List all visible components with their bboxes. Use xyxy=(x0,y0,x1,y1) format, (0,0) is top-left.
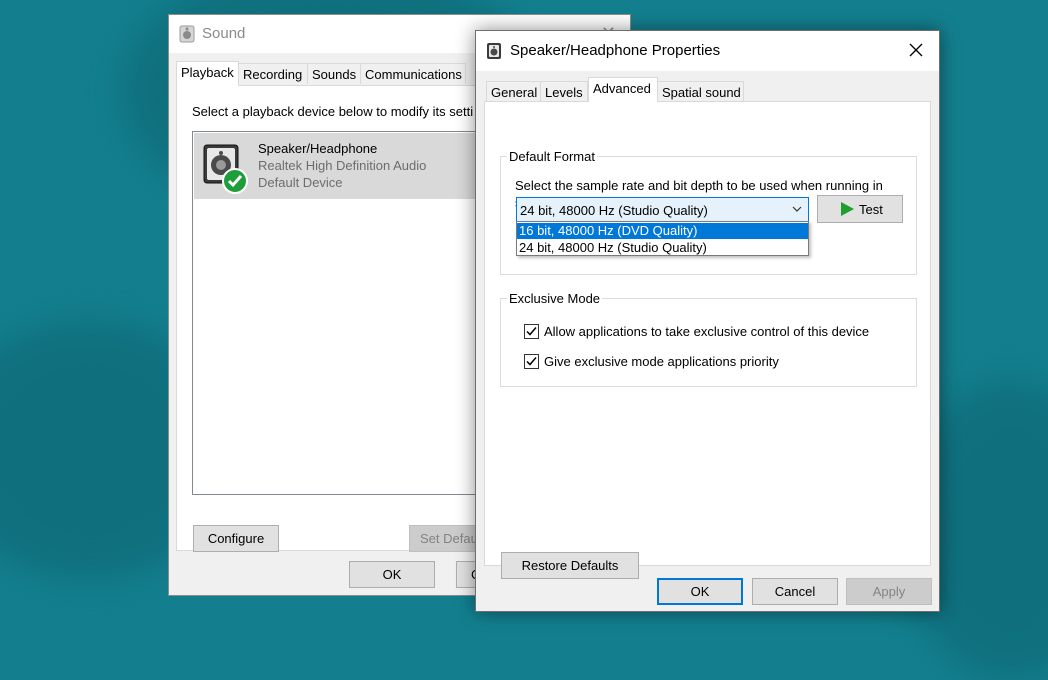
device-status: Default Device xyxy=(258,175,343,190)
apply-button[interactable]: Apply xyxy=(846,578,932,605)
format-option-16bit[interactable]: 16 bit, 48000 Hz (DVD Quality) xyxy=(517,223,808,239)
tab-advanced[interactable]: Advanced xyxy=(588,77,658,102)
green-check-icon xyxy=(222,168,248,194)
properties-title-bar[interactable]: Speaker/Headphone Properties xyxy=(476,31,939,71)
default-format-label: Default Format xyxy=(507,149,597,164)
tab-sounds[interactable]: Sounds xyxy=(307,63,361,84)
format-select-value: 24 bit, 48000 Hz (Studio Quality) xyxy=(520,203,708,218)
exclusive-mode-label: Exclusive Mode xyxy=(507,291,603,306)
close-icon[interactable] xyxy=(905,39,927,61)
speaker-icon xyxy=(203,144,248,194)
device-driver: Realtek High Definition Audio xyxy=(258,158,427,173)
device-list[interactable]: Speaker/Headphone Realtek High Definitio… xyxy=(192,131,487,495)
sound-window-title: Sound xyxy=(202,25,246,42)
exclusive-mode-group xyxy=(500,298,917,387)
speaker-icon xyxy=(487,43,501,59)
test-button-label: Test xyxy=(859,202,883,217)
checkmark-icon xyxy=(526,357,537,366)
allow-exclusive-checkbox[interactable] xyxy=(524,324,539,339)
properties-window: Speaker/Headphone Properties General Lev… xyxy=(475,30,940,612)
allow-exclusive-label: Allow applications to take exclusive con… xyxy=(544,324,870,339)
give-priority-label: Give exclusive mode applications priorit… xyxy=(544,354,779,369)
device-list-item[interactable]: Speaker/Headphone Realtek High Definitio… xyxy=(194,133,486,199)
advanced-panel: Default Format Select the sample rate an… xyxy=(484,101,931,579)
test-button[interactable]: Test xyxy=(817,195,903,223)
checkmark-icon xyxy=(526,327,537,336)
tab-general[interactable]: General xyxy=(486,81,541,102)
ok-button[interactable]: OK xyxy=(657,578,743,605)
give-priority-checkbox[interactable] xyxy=(524,354,539,369)
device-name: Speaker/Headphone xyxy=(258,141,378,156)
sound-ok-button[interactable]: OK xyxy=(349,561,435,588)
tab-communications[interactable]: Communications xyxy=(360,63,466,84)
configure-button[interactable]: Configure xyxy=(193,525,279,552)
format-select[interactable]: 24 bit, 48000 Hz (Studio Quality) xyxy=(516,197,809,222)
play-icon xyxy=(841,202,854,216)
speaker-icon xyxy=(179,25,195,43)
restore-defaults-button[interactable]: Restore Defaults xyxy=(501,552,639,579)
tab-spatial-sound[interactable]: Spatial sound xyxy=(657,81,744,102)
tab-playback[interactable]: Playback xyxy=(176,61,239,86)
cancel-button[interactable]: Cancel xyxy=(752,578,838,605)
format-dropdown-list[interactable]: 16 bit, 48000 Hz (DVD Quality) 24 bit, 4… xyxy=(516,221,809,256)
tab-recording[interactable]: Recording xyxy=(238,63,308,84)
tab-levels[interactable]: Levels xyxy=(540,81,588,102)
format-option-24bit[interactable]: 24 bit, 48000 Hz (Studio Quality) xyxy=(517,240,808,256)
playback-instruction: Select a playback device below to modify… xyxy=(192,104,474,119)
properties-window-title: Speaker/Headphone Properties xyxy=(510,42,721,59)
chevron-down-icon xyxy=(792,206,802,212)
